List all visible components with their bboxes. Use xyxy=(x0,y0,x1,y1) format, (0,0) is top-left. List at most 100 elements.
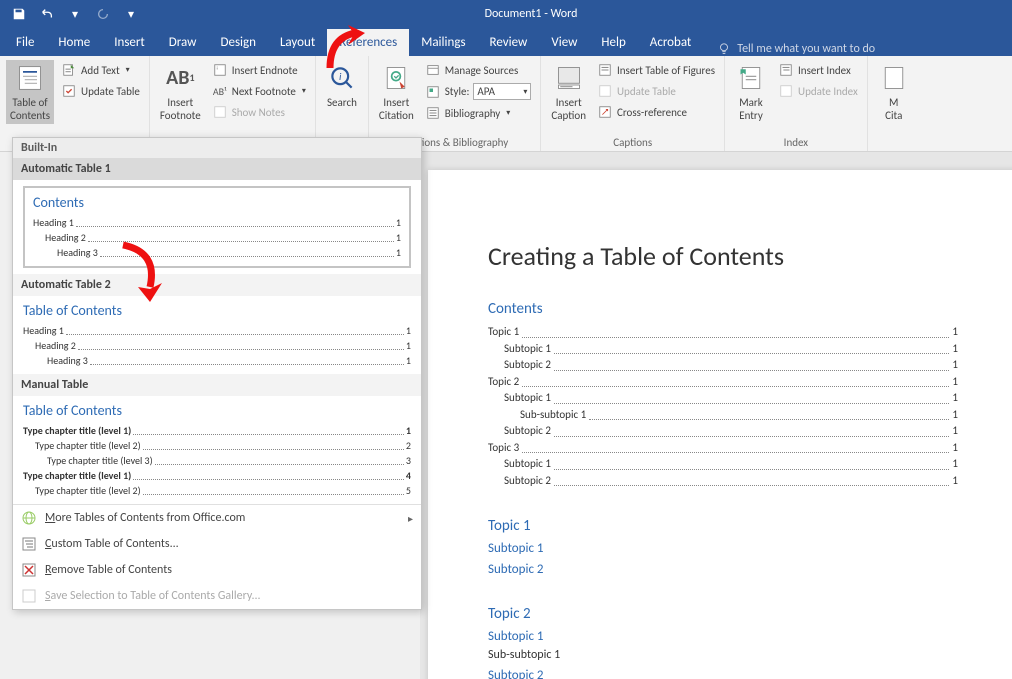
doc-toc: Topic 11Subtopic 11Subtopic 21Topic 21Su… xyxy=(488,324,958,489)
next-footnote-icon: AB¹ xyxy=(212,83,228,99)
toc-option-manual[interactable]: Manual Table xyxy=(13,374,421,396)
insert-caption-button[interactable]: Insert Caption xyxy=(547,60,590,124)
doc-body-heading: Topic 1 xyxy=(488,517,958,535)
quick-access-toolbar: ▾ ▾ xyxy=(0,0,150,28)
style-combo[interactable]: APA▾ xyxy=(473,83,531,100)
tab-insert[interactable]: Insert xyxy=(102,29,157,56)
tell-me-label: Tell me what you want to do xyxy=(737,42,875,56)
table-of-contents-button[interactable]: Table of Contents xyxy=(6,60,54,124)
tab-design[interactable]: Design xyxy=(208,29,267,56)
document-area[interactable]: Creating a Table of Contents Contents To… xyxy=(420,152,1012,679)
insert-tof-button[interactable]: Insert Table of Figures xyxy=(594,60,718,80)
toc-preview-line: Type chapter title (level 2)2 xyxy=(35,438,411,453)
doc-toc-title: Contents xyxy=(488,300,958,318)
group-label-index: Index xyxy=(731,134,861,149)
manage-sources-button[interactable]: Manage Sources xyxy=(422,60,535,80)
toc-dropdown: Built-In Automatic Table 1 Contents Head… xyxy=(12,137,422,610)
group-index: Mark Entry Insert Index Update Index Ind… xyxy=(725,56,868,151)
qat-more-icon[interactable]: ▾ xyxy=(120,3,142,25)
toc-icon xyxy=(14,62,46,94)
bibliography-icon xyxy=(425,105,441,121)
toc-preview-auto1[interactable]: Contents Heading 11Heading 21Heading 31 xyxy=(13,180,421,274)
update-tof-button[interactable]: Update Table xyxy=(594,81,718,101)
tab-view[interactable]: View xyxy=(539,29,589,56)
cross-reference-button[interactable]: Cross-reference xyxy=(594,102,718,122)
tab-layout[interactable]: Layout xyxy=(268,29,327,56)
save-gallery-icon xyxy=(21,588,37,604)
tab-help[interactable]: Help xyxy=(589,29,637,56)
toc-menu-remove[interactable]: Remove Table of Contents xyxy=(13,557,421,583)
insert-footnote-button[interactable]: AB1 Insert Footnote xyxy=(156,60,205,124)
toc-menu: More Tables of Contents from Office.com … xyxy=(13,504,421,609)
toc-preview-auto2[interactable]: Table of Contents Heading 11Heading 21He… xyxy=(13,296,421,374)
doc-toc-line: Subtopic 11 xyxy=(504,456,958,473)
style-icon xyxy=(425,84,441,100)
toc-option-auto1[interactable]: Automatic Table 1 xyxy=(13,158,421,180)
doc-toc-line: Subtopic 11 xyxy=(504,341,958,358)
mark-entry-button[interactable]: Mark Entry xyxy=(731,60,771,124)
doc-body: Topic 1Subtopic 1Subtopic 2Topic 2Subtop… xyxy=(488,517,958,679)
undo-dropdown-icon[interactable]: ▾ xyxy=(64,3,86,25)
style-selector[interactable]: Style: APA▾ xyxy=(422,81,535,102)
insert-citation-button[interactable]: Insert Citation xyxy=(375,60,418,124)
toc-preview-line: Type chapter title (level 1)4 xyxy=(23,468,411,483)
toc-preview-line: Heading 31 xyxy=(47,353,411,368)
save-button[interactable] xyxy=(8,3,30,25)
mark-citation-icon xyxy=(878,62,910,94)
toc-preview-line: Heading 11 xyxy=(33,215,401,230)
toc-preview-line: Type chapter title (level 2)5 xyxy=(35,483,411,498)
add-text-icon xyxy=(61,62,77,78)
toc-preview-line: Heading 21 xyxy=(35,338,411,353)
next-footnote-button[interactable]: AB¹ Next Footnote▾ xyxy=(209,81,309,101)
doc-body-heading: Subtopic 2 xyxy=(488,668,958,679)
toc-preview-line: Heading 21 xyxy=(45,230,401,245)
toc-button-label: Table of Contents xyxy=(10,96,50,122)
update-index-icon xyxy=(778,83,794,99)
update-table-icon xyxy=(61,83,77,99)
undo-button[interactable] xyxy=(36,3,58,25)
tab-file[interactable]: File xyxy=(4,29,46,56)
document-page[interactable]: Creating a Table of Contents Contents To… xyxy=(428,170,1012,679)
tab-home[interactable]: Home xyxy=(46,29,102,56)
group-authorities: M Cita xyxy=(868,56,920,151)
document-title: Document1 - Word xyxy=(150,7,912,21)
doc-body-heading: Sub-subtopic 1 xyxy=(488,648,958,662)
update-table-button[interactable]: Update Table xyxy=(58,81,143,101)
tab-review[interactable]: Review xyxy=(478,29,540,56)
tab-draw[interactable]: Draw xyxy=(157,29,209,56)
tell-me-search[interactable]: Tell me what you want to do xyxy=(717,42,875,56)
show-notes-icon xyxy=(212,104,228,120)
add-text-button[interactable]: Add Text▾ xyxy=(58,60,143,80)
tab-references[interactable]: References xyxy=(327,29,409,56)
insert-endnote-button[interactable]: ⁱ Insert Endnote xyxy=(209,60,309,80)
bibliography-button[interactable]: Bibliography▾ xyxy=(422,103,535,123)
toc-section-builtin: Built-In xyxy=(13,138,421,158)
page-title: Creating a Table of Contents xyxy=(488,240,958,272)
toc-menu-more[interactable]: More Tables of Contents from Office.com … xyxy=(13,505,421,531)
doc-toc-line: Subtopic 11 xyxy=(504,390,958,407)
update-index-button[interactable]: Update Index xyxy=(775,81,861,101)
toc-preview-line: Type chapter title (level 3)3 xyxy=(47,453,411,468)
cross-ref-icon xyxy=(597,104,613,120)
redo-button[interactable] xyxy=(92,3,114,25)
chevron-down-icon: ▾ xyxy=(506,108,510,118)
show-notes-button[interactable]: Show Notes xyxy=(209,102,309,122)
tab-acrobat[interactable]: Acrobat xyxy=(638,29,704,56)
endnote-icon: ⁱ xyxy=(212,62,228,78)
custom-toc-icon xyxy=(21,536,37,552)
search-button[interactable]: i Search xyxy=(322,60,362,111)
insert-index-icon xyxy=(778,62,794,78)
toc-option-auto2[interactable]: Automatic Table 2 xyxy=(13,274,421,296)
toc-preview-manual[interactable]: Table of Contents Type chapter title (le… xyxy=(13,396,421,504)
toc-preview-line: Heading 31 xyxy=(57,245,401,260)
mark-citation-button[interactable]: M Cita xyxy=(874,60,914,124)
tab-mailings[interactable]: Mailings xyxy=(409,29,477,56)
toc-preview-line: Heading 11 xyxy=(23,323,411,338)
chevron-right-icon: ▸ xyxy=(408,512,413,525)
insert-index-button[interactable]: Insert Index xyxy=(775,60,861,80)
chevron-down-icon: ▾ xyxy=(523,87,527,97)
update-tof-icon xyxy=(597,83,613,99)
footnote-icon: AB1 xyxy=(164,62,196,94)
group-label-captions: Captions xyxy=(547,134,718,149)
toc-menu-custom[interactable]: Custom Table of Contents... xyxy=(13,531,421,557)
